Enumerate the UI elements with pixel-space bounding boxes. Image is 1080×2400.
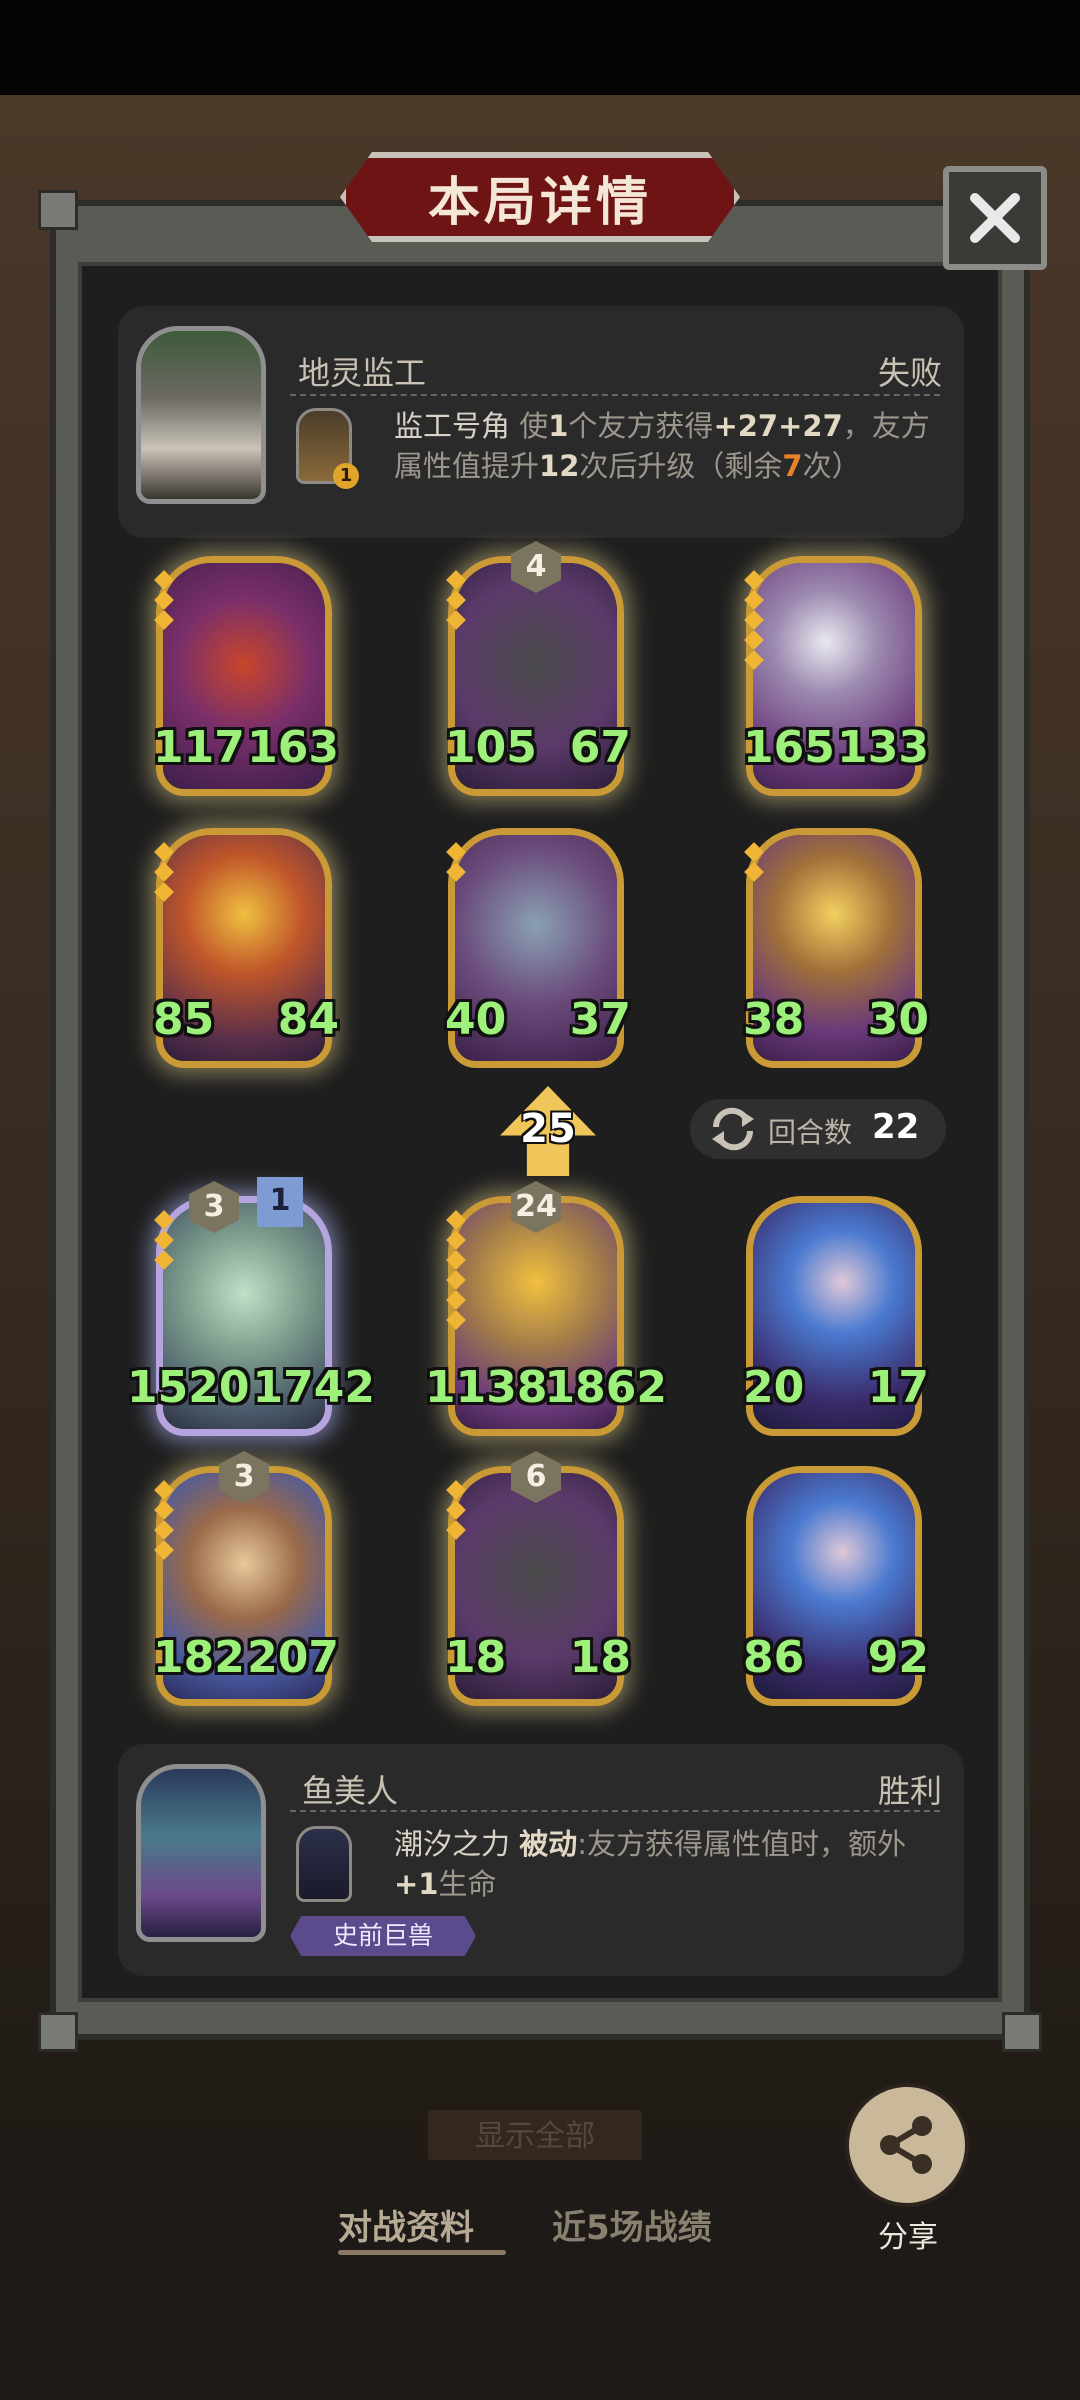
opponent-card-6[interactable]: 38 30: [743, 828, 929, 1068]
card-health: 84: [277, 994, 339, 1045]
card-health: 1742: [252, 1362, 375, 1413]
player-result: 胜利: [877, 1772, 942, 1810]
player-card-1[interactable]: 3 1 1520 1742: [127, 1177, 375, 1436]
star-rank: [446, 1480, 466, 1543]
star-rank: [744, 570, 764, 673]
star-rank: [154, 570, 174, 633]
player-skill-desc: 潮汐之力 被动:友方获得属性值时，额外 +1生命: [394, 1824, 934, 1904]
player-card-6[interactable]: 86 92: [743, 1466, 929, 1706]
skill-text: 生命: [438, 1867, 497, 1901]
card-health: 37: [569, 994, 631, 1045]
star-rank: [154, 842, 174, 905]
skill-number: 1: [548, 409, 569, 443]
star-rank: [446, 1210, 466, 1333]
star-rank: [446, 570, 466, 633]
player-card-5[interactable]: 6 18 18: [445, 1451, 631, 1706]
star-rank: [446, 842, 466, 885]
opponent-card-4[interactable]: 85 84: [153, 828, 339, 1068]
card-attack: 18: [445, 1632, 507, 1683]
player-info: 鱼美人 胜利 潮汐之力 被动:友方获得属性值时，额外 +1生命 史前巨兽: [118, 1744, 964, 1976]
player-name: 鱼美人: [302, 1772, 399, 1810]
tab-underline: [338, 2250, 506, 2255]
card-attack: 1138: [425, 1362, 548, 1413]
opponent-avatar[interactable]: [136, 326, 266, 504]
skill-name: 监工号角: [394, 409, 511, 443]
opponent-card-1[interactable]: 117 163: [153, 556, 339, 796]
skill-text: 次）: [802, 449, 861, 483]
card-attack: 117: [153, 722, 245, 773]
skill-name: 潮汐之力: [394, 1827, 511, 1861]
card-health: 18: [569, 1632, 631, 1683]
card-attack: 85: [153, 994, 215, 1045]
card-health: 207: [247, 1632, 339, 1683]
tribe-tag: 史前巨兽: [290, 1916, 476, 1956]
player-card-4[interactable]: 3 182 207: [153, 1451, 339, 1706]
share-icon: [880, 2116, 932, 2174]
card-attack: 165: [743, 722, 835, 773]
skill-text: 使: [510, 409, 549, 443]
turn-label: 回合数: [768, 1116, 853, 1149]
card-attack: 20: [743, 1362, 805, 1413]
panel-corner: [38, 190, 78, 230]
card-health: 1862: [544, 1362, 667, 1413]
skill-number: 12: [539, 449, 580, 483]
opponent-skill-desc: 监工号角 使1个友方获得+27+27，友方属性值提升12次后升级（剩余7次）: [394, 406, 934, 486]
turn-counter: 回合数 22: [690, 1099, 946, 1159]
share-button[interactable]: [845, 2083, 969, 2207]
title-banner: 本局详情: [340, 152, 740, 242]
opponent-info: 地灵监工 失败 1 监工号角 使1个友方获得+27+27，友方属性值提升12次后…: [118, 306, 964, 538]
skill-text: :友方获得属性值时，额外: [577, 1827, 907, 1861]
card-attack: 38: [743, 994, 805, 1045]
skill-text: 次后升级（剩余: [579, 449, 783, 483]
divider: [290, 1810, 940, 1812]
star-rank: [154, 1480, 174, 1563]
card-attack: 182: [153, 1632, 245, 1683]
tab-recent-5[interactable]: 近5场战绩: [552, 2200, 712, 2249]
skill-level-badge: 1: [333, 463, 359, 489]
tab-battle-info[interactable]: 对战资料: [338, 2200, 474, 2249]
panel-corner: [1002, 2012, 1042, 2052]
opponent-card-3[interactable]: 165 133: [743, 556, 929, 796]
card-health: 67: [569, 722, 631, 773]
card-health: 30: [867, 994, 929, 1045]
status-bar: [0, 0, 1080, 110]
card-attack: 1520: [127, 1362, 250, 1413]
star-rank: [744, 842, 764, 885]
close-icon: [970, 193, 1020, 243]
skill-text: 个友方获得: [568, 409, 714, 443]
opponent-name: 地灵监工: [298, 354, 427, 392]
close-button[interactable]: [943, 166, 1047, 270]
skill-bonus: +1: [394, 1867, 439, 1901]
divider: [290, 394, 940, 396]
refresh-icon: [712, 1107, 754, 1151]
panel-corner: [38, 2012, 78, 2052]
card-attack: 40: [445, 994, 507, 1045]
card-health: 17: [867, 1362, 929, 1413]
skill-type: 被动: [519, 1827, 578, 1861]
opponent-card-5[interactable]: 40 37: [445, 828, 631, 1068]
show-all-button[interactable]: 显示全部: [428, 2110, 642, 2164]
opponent-card-2[interactable]: 4 105 67: [445, 541, 631, 796]
card-health: 92: [867, 1632, 929, 1683]
card-attack: 105: [445, 722, 537, 773]
card-tier-badge: 1: [257, 1177, 303, 1227]
player-avatar[interactable]: [136, 1764, 266, 1942]
page-title: 本局详情: [427, 172, 652, 233]
horn-skill-icon[interactable]: 1: [296, 408, 359, 489]
player-card-2[interactable]: 24 1138 1862: [425, 1181, 667, 1436]
turn-value: 22: [872, 1107, 920, 1147]
skill-remaining: 7: [782, 449, 803, 483]
opponent-result: 失败: [877, 354, 942, 392]
card-health: 133: [837, 722, 929, 773]
player-card-3[interactable]: 20 17: [743, 1196, 929, 1436]
share-label: 分享: [878, 2220, 938, 2255]
tide-skill-icon[interactable]: [296, 1826, 352, 1902]
attack-boost-value: 25: [520, 1106, 576, 1152]
skill-number: +27+27: [713, 409, 843, 443]
star-rank: [154, 1210, 174, 1273]
card-health: 163: [247, 722, 339, 773]
card-attack: 86: [743, 1632, 805, 1683]
